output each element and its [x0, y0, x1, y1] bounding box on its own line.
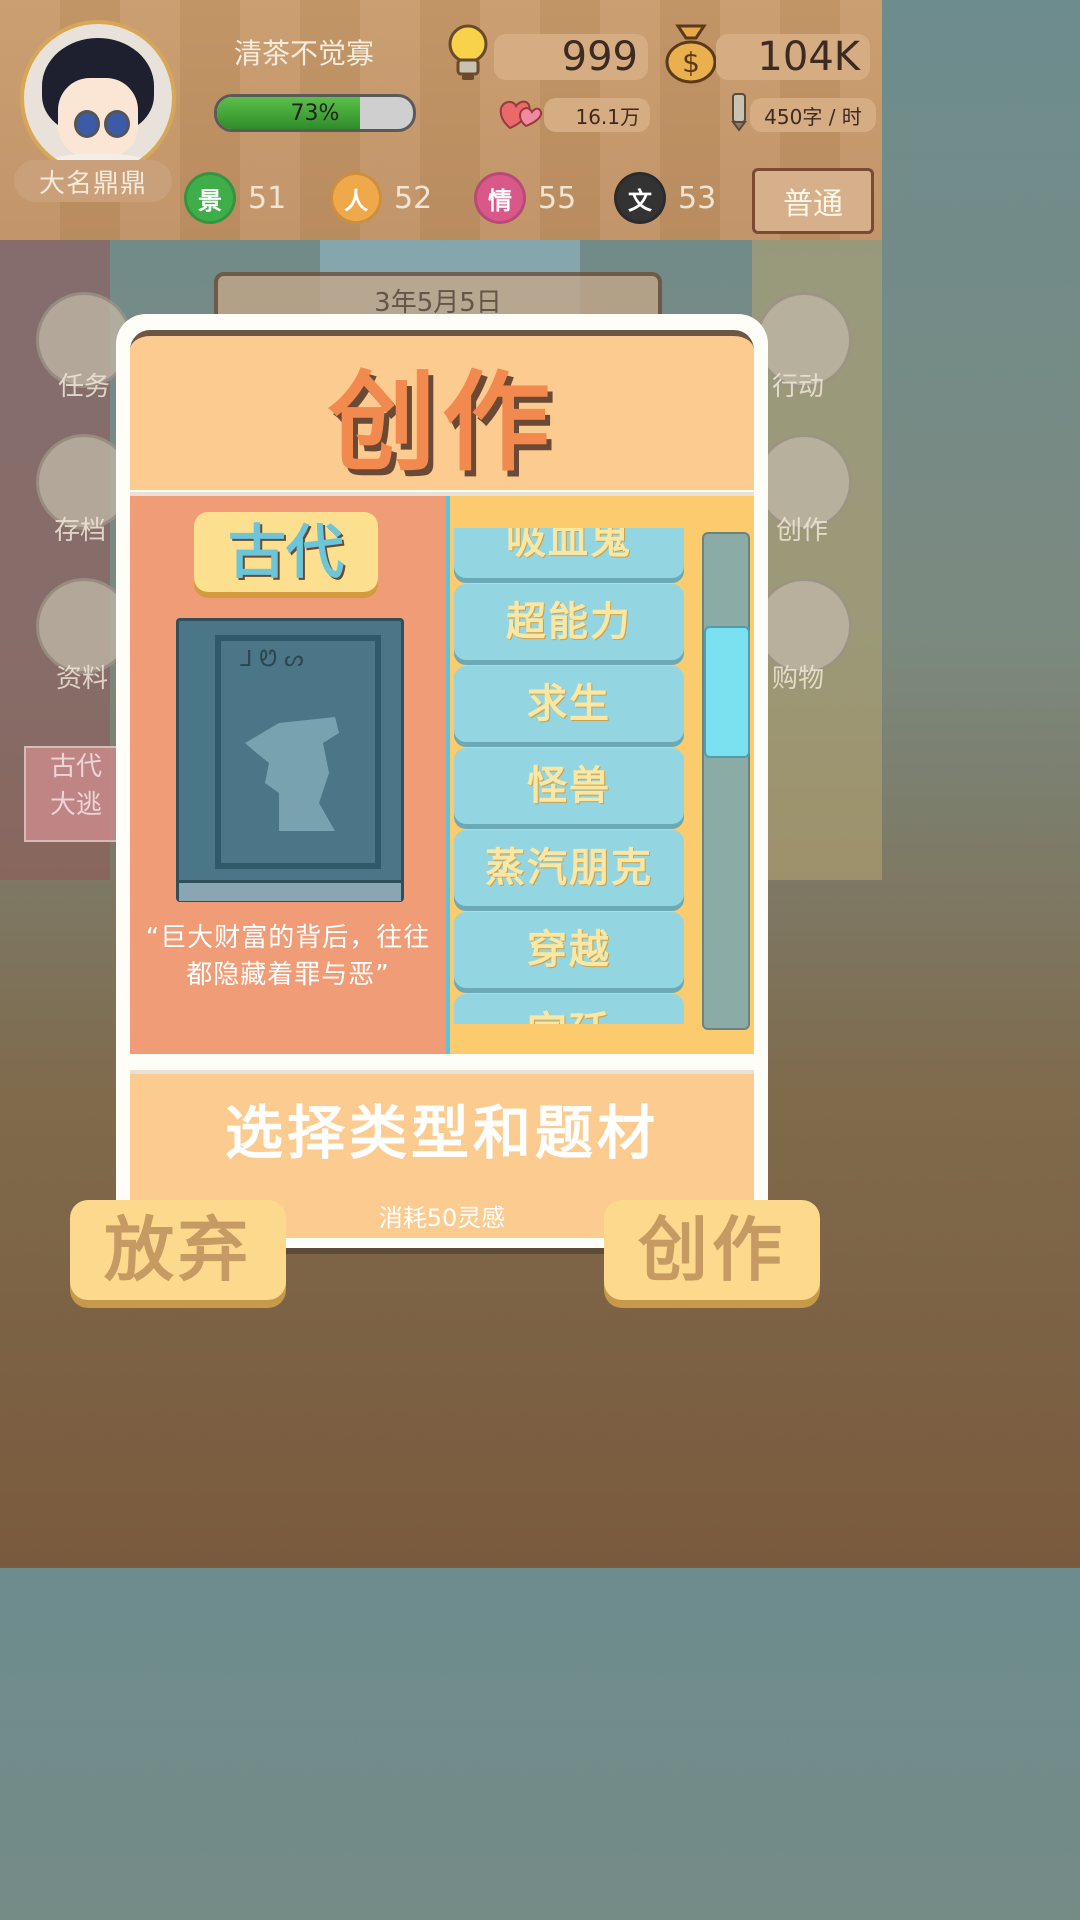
book-scribble: ᒧ Ꮼ ᔕ [239, 647, 304, 672]
stat-value: 52 [394, 180, 433, 216]
lightbulb-icon [448, 24, 488, 80]
character-icon: 人 [330, 172, 382, 224]
dialog-header: 创作 [130, 330, 754, 490]
nickname-badge: 大名鼎鼎 [14, 160, 172, 202]
topic-item-palace[interactable]: 宫廷 [454, 994, 684, 1024]
topic-item-time-travel[interactable]: 穿越 [454, 912, 684, 988]
writing-speed-value: 450字 / 时 [750, 98, 876, 132]
svg-text:$: $ [682, 46, 700, 79]
level-progress-bar: 73% [214, 94, 416, 132]
stat-emotion: 情 55 [474, 172, 576, 224]
silhouette-icon [245, 717, 339, 831]
creation-dialog: 创作 古代 ᒧ Ꮼ ᔕ “巨大财富的背后，往往都隐藏着罪与恶” 吸血鬼 超能力 … [116, 314, 768, 1248]
menu-label-task: 任务 [58, 372, 111, 402]
menu-label-action: 行动 [772, 372, 825, 402]
topic-list[interactable]: 吸血鬼 超能力 求生 怪兽 蒸汽朋克 穿越 宫廷 [452, 528, 690, 1024]
menu-label-shopping: 购物 [772, 664, 825, 694]
genre-quote: “巨大财富的背后，往往都隐藏着罪与恶” [145, 923, 431, 990]
money-bag-icon: $ [665, 24, 717, 84]
topic-item-vampire[interactable]: 吸血鬼 [454, 528, 684, 578]
progress-text: 73% [290, 100, 340, 126]
topic-item-survival[interactable]: 求生 [454, 666, 684, 742]
emotion-icon: 情 [474, 172, 526, 224]
stat-value: 55 [538, 180, 577, 216]
dialog-body: 古代 ᒧ Ꮼ ᔕ “巨大财富的背后，往往都隐藏着罪与恶” 吸血鬼 超能力 求生 … [130, 492, 754, 1054]
menu-label-create: 创作 [776, 516, 829, 546]
stat-value: 51 [248, 180, 287, 216]
topic-item-steampunk[interactable]: 蒸汽朋克 [454, 830, 684, 906]
genre-panel: 古代 ᒧ Ꮼ ᔕ “巨大财富的背后，往往都隐藏着罪与恶” [130, 496, 450, 1054]
stat-character: 人 52 [330, 172, 432, 224]
topic-scrollbar-track[interactable] [702, 532, 750, 1030]
menu-label-save: 存档 [54, 516, 107, 546]
writing-icon: 文 [614, 172, 666, 224]
genre-selector-button[interactable]: 古代 [194, 512, 378, 592]
menu-label-archive: 资料 [56, 664, 109, 694]
stat-scenery: 景 51 [184, 172, 286, 224]
dialog-title: 创作 [327, 361, 556, 486]
stat-value: 53 [678, 180, 717, 216]
inspiration-value: 999 [494, 34, 648, 80]
fans-value: 16.1万 [544, 98, 650, 132]
scene-notice-card: 古代 大逃 [24, 746, 128, 842]
pen-icon [731, 93, 747, 132]
create-button[interactable]: 创作 [604, 1200, 820, 1300]
username: 清茶不觉寡 [234, 37, 375, 70]
topic-item-monster[interactable]: 怪兽 [454, 748, 684, 824]
abandon-button[interactable]: 放弃 [70, 1200, 286, 1300]
scenery-icon: 景 [184, 172, 236, 224]
topic-item-superpower[interactable]: 超能力 [454, 584, 684, 660]
money-value: 104K [716, 34, 870, 80]
selection-prompt: 选择类型和题材 [224, 1099, 659, 1167]
book-cover-icon: ᒧ Ꮼ ᔕ [176, 618, 404, 902]
top-status-bar: 大名鼎鼎 清茶不觉寡 73% 999 $ 104K 16.1万 450字 / 时… [0, 0, 882, 240]
avatar[interactable] [20, 20, 176, 176]
difficulty-button[interactable]: 普通 [752, 168, 874, 234]
stat-writing: 文 53 [614, 172, 716, 224]
topic-scrollbar-thumb[interactable] [704, 626, 750, 758]
hearts-icon [499, 100, 542, 130]
